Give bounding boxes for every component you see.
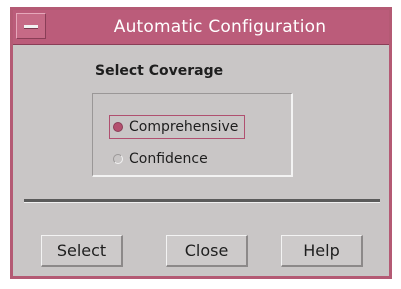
radio-confidence-label: Confidence bbox=[129, 151, 208, 167]
radio-comprehensive[interactable]: Comprehensive bbox=[109, 115, 246, 139]
window-menu-button[interactable] bbox=[16, 13, 46, 39]
coverage-radio-group: Comprehensive Confidence bbox=[92, 93, 293, 177]
select-coverage-label: Select Coverage bbox=[95, 63, 224, 79]
window-title: Automatic Configuration bbox=[113, 17, 327, 37]
dialog-content: Select Coverage Comprehensive Confidence… bbox=[13, 45, 389, 279]
window-menu-icon bbox=[24, 25, 38, 29]
separator bbox=[24, 199, 380, 203]
close-button[interactable]: Close bbox=[166, 235, 248, 267]
radio-confidence[interactable]: Confidence bbox=[109, 147, 214, 171]
title-bar[interactable]: Automatic Configuration bbox=[13, 10, 389, 45]
automatic-configuration-dialog: Automatic Configuration Select Coverage … bbox=[10, 7, 392, 279]
radio-comprehensive-label: Comprehensive bbox=[129, 119, 239, 135]
radio-selected-icon bbox=[113, 122, 123, 132]
select-button[interactable]: Select bbox=[41, 235, 123, 267]
help-button[interactable]: Help bbox=[281, 235, 363, 267]
radio-unselected-icon bbox=[113, 154, 123, 164]
